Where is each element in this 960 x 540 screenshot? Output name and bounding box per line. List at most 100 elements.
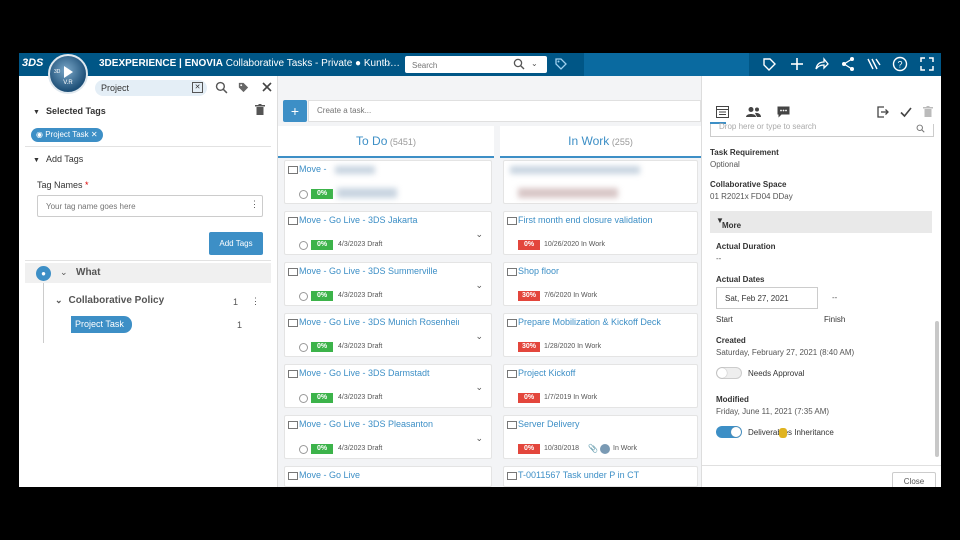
task-title[interactable]: Move - Go Live: [299, 470, 459, 480]
task-title[interactable]: Prepare Mobilization & Kickoff Deck: [518, 317, 678, 327]
chevron-down-icon[interactable]: ⌄: [475, 433, 483, 444]
tag-icon[interactable]: [554, 57, 568, 71]
selected-tags-header[interactable]: ▼ Selected Tags: [33, 106, 106, 116]
collab-space-value[interactable]: 01 R2021x FD04 DDay: [710, 192, 793, 201]
task-requirement-value[interactable]: Optional: [710, 160, 740, 169]
needs-approval-toggle[interactable]: [716, 367, 742, 379]
chevron-down-icon[interactable]: ⌄: [475, 229, 483, 240]
search-icon[interactable]: [916, 124, 925, 133]
selected-tag-chip[interactable]: ◉ Project Task ✕: [31, 128, 103, 142]
task-title[interactable]: Move - Go Live - 3DS Jakarta: [299, 215, 459, 225]
chevron-down-icon[interactable]: ⌄: [60, 267, 68, 278]
chevron-down-icon[interactable]: ⌄: [475, 280, 483, 291]
search-input[interactable]: [410, 57, 510, 74]
task-card[interactable]: Move - Go Live - 3DS Summerville 0% 4/3/…: [284, 262, 492, 306]
task-card[interactable]: Move - Go Live: [284, 466, 492, 487]
more-options-icon[interactable]: ⋮: [251, 296, 260, 307]
task-card[interactable]: Move - Go Live - 3DS Munich Rosenheim 0%…: [284, 313, 492, 357]
attachment-icon: 📎: [588, 444, 598, 453]
apps-compass-icon[interactable]: [866, 56, 882, 72]
task-title[interactable]: Project Kickoff: [518, 368, 678, 378]
search-icon[interactable]: [513, 58, 525, 70]
task-icon: [507, 268, 517, 276]
clock-icon: [299, 241, 308, 250]
task-title[interactable]: Move - Go Live - 3DS Munich Rosenheim: [299, 317, 459, 327]
chevron-down-icon[interactable]: ⌄: [475, 382, 483, 393]
create-task-field[interactable]: [308, 100, 701, 122]
clear-context-icon[interactable]: ✕: [192, 82, 203, 93]
task-title[interactable]: First month end closure validation: [518, 215, 678, 225]
tag-name-input[interactable]: [44, 196, 248, 216]
tag-icon[interactable]: [237, 81, 250, 94]
task-card[interactable]: Move - Go Live - 3DS Jakarta 0% 4/3/2023…: [284, 211, 492, 255]
comments-icon[interactable]: [777, 106, 790, 118]
task-title[interactable]: Move - Go Live - 3DS Summerville: [299, 266, 459, 276]
task-title[interactable]: T-0011567 Task under P in CT: [518, 470, 678, 480]
tree-node-collaborative-policy[interactable]: ⌄ Collaborative Policy: [55, 295, 164, 306]
what-icon: ●: [36, 266, 51, 281]
progress-badge: 30%: [518, 342, 540, 352]
context-chip[interactable]: Project ✕: [95, 80, 207, 96]
task-title[interactable]: Move - Go Live - 3DS Darmstadt: [299, 368, 459, 378]
task-card[interactable]: [503, 160, 698, 204]
add-task-button[interactable]: +: [283, 100, 307, 122]
scrollbar[interactable]: [935, 321, 939, 457]
task-icon: [288, 217, 298, 225]
column-header[interactable]: To Do (5451): [278, 126, 494, 158]
tree-node-project-task[interactable]: Project Task: [71, 316, 132, 333]
task-title[interactable]: Server Delivery: [518, 419, 678, 429]
plus-icon[interactable]: [789, 56, 805, 72]
fullscreen-icon[interactable]: [919, 56, 935, 72]
more-section-toggle[interactable]: ▼ More: [710, 211, 932, 233]
close-button[interactable]: Close: [892, 472, 936, 487]
tag-name-field[interactable]: ⋮: [37, 195, 263, 217]
trash-icon[interactable]: [923, 106, 933, 118]
search-dropdown-icon[interactable]: ⌄: [531, 59, 538, 68]
deliverables-inheritance-toggle[interactable]: [716, 426, 742, 438]
finish-label: Finish: [824, 315, 846, 324]
task-card[interactable]: First month end closure validation 0% 10…: [503, 211, 698, 255]
check-icon[interactable]: [900, 106, 912, 118]
exit-icon[interactable]: [877, 106, 889, 118]
properties-icon[interactable]: [716, 106, 729, 118]
actual-start-date-input[interactable]: [723, 293, 817, 304]
tree-node-what[interactable]: ● ⌄ What: [25, 263, 271, 283]
add-tags-header[interactable]: ▼ Add Tags: [33, 154, 83, 164]
share-icon[interactable]: [840, 56, 856, 72]
task-title[interactable]: Shop floor: [518, 266, 678, 276]
search-icon[interactable]: [215, 81, 228, 94]
chevron-down-icon[interactable]: ⌄: [475, 331, 483, 342]
remove-tag-icon[interactable]: ✕: [91, 130, 98, 139]
task-card[interactable]: Project Kickoff 0% 1/7/2019 In Work: [503, 364, 698, 408]
task-card[interactable]: Move - 0%: [284, 160, 492, 204]
more-options-icon[interactable]: ⋮: [250, 199, 259, 210]
create-task-input[interactable]: [315, 105, 519, 116]
add-tags-button[interactable]: Add Tags: [209, 232, 263, 255]
task-card[interactable]: T-0011567 Task under P in CT: [503, 466, 698, 487]
progress-badge: 30%: [518, 291, 540, 301]
close-icon[interactable]: [261, 81, 273, 93]
collab-space-label: Collaborative Space: [710, 180, 787, 189]
task-card[interactable]: Prepare Mobilization & Kickoff Deck 30% …: [503, 313, 698, 357]
column-header[interactable]: In Work (255): [500, 126, 701, 158]
task-card[interactable]: Move - Go Live - 3DS Pleasanton 0% 4/3/2…: [284, 415, 492, 459]
chevron-down-icon[interactable]: ⌵: [384, 58, 391, 69]
search-box[interactable]: ⌄: [405, 56, 547, 74]
tag-add-icon[interactable]: [761, 56, 777, 72]
task-card[interactable]: Server Delivery 0% 10/30/2018 📎 In Work: [503, 415, 698, 459]
help-icon[interactable]: ?: [892, 56, 908, 72]
task-card[interactable]: Shop floor 30% 7/6/2020 In Work: [503, 262, 698, 306]
compass-icon[interactable]: 3D V.R: [48, 54, 88, 94]
actual-start-date-field[interactable]: [716, 287, 818, 309]
drop-search-field[interactable]: Drop here or type to search: [710, 122, 934, 137]
task-title[interactable]: Move - Go Live - 3DS Pleasanton: [299, 419, 459, 429]
task-icon: [288, 268, 298, 276]
trash-icon[interactable]: [255, 104, 265, 116]
members-icon[interactable]: [746, 106, 761, 118]
task-card[interactable]: Move - Go Live - 3DS Darmstadt 0% 4/3/20…: [284, 364, 492, 408]
task-meta: 1/7/2019 In Work: [544, 394, 598, 401]
share-forward-icon[interactable]: [814, 56, 830, 72]
app-title[interactable]: 3DEXPERIENCE | ENOVIA Collaborative Task…: [99, 58, 400, 69]
task-title[interactable]: Move -: [299, 164, 459, 174]
actual-finish-value[interactable]: --: [832, 293, 837, 302]
